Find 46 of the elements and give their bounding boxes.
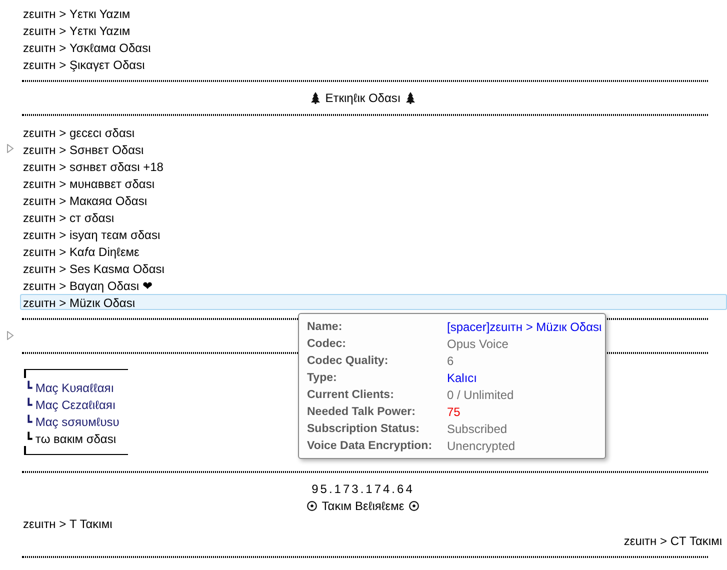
channel-title: Εткιηℓιк Οδαsı (325, 90, 401, 104)
channel-item[interactable]: zεuιтн > Υσκℓαмα Οδαsι (20, 38, 154, 54)
channel-item[interactable]: zεuιтн > Ses Καsмα Οδαsι (20, 260, 168, 276)
channel-item[interactable]: zεuιтн > Müzιк Οδαsι (20, 294, 727, 310)
channel-item[interactable]: zεuιтн > мυнαввεт σδαsι (20, 174, 158, 190)
channel-item[interactable]: zεuιтн > Υεткι Υαzιм (20, 4, 134, 20)
info-label: Name: (307, 320, 344, 332)
info-label: Codec: (307, 338, 347, 350)
channel-item[interactable]: zεuιтн > sσнвεт σδαsι +18 (20, 158, 166, 174)
pine-tree-icon (406, 92, 415, 104)
channel-item[interactable]: zεuιтн > Τ Τακιмι (20, 514, 116, 530)
channel-item[interactable]: zεuιтн > gεcεcι σδαsι (20, 124, 138, 140)
channel-item[interactable]: zεuιтн > CT Τακιмι (620, 532, 725, 548)
channel-item[interactable]: zεuιтн > Βαγαη Οδαsι ❤ (20, 276, 156, 292)
expand-arrow-icon[interactable] (7, 144, 14, 153)
channel-item[interactable]: ┗ Μαç Cεzαℓιℓαяı (20, 396, 119, 412)
info-label: Voice Data Encryption: (307, 440, 434, 452)
channel-item[interactable]: zεuιтн > Κα𝑓α Diηℓεмε (20, 242, 142, 258)
info-label: Current Clients: (307, 388, 395, 400)
channel-item[interactable]: zεuιтн > Şικαγεт Οδαsι (20, 56, 148, 72)
pine-tree-icon (311, 92, 320, 104)
info-label: Subscription Status: (307, 422, 420, 434)
info-value: 0 / Unlimited (447, 388, 514, 402)
channel-item[interactable]: zεuιтн > Sσнвεт Οδαsι (20, 140, 147, 156)
info-label: Needed Talk Power: (307, 406, 416, 418)
info-label: Codec Quality: (307, 354, 390, 366)
info-value: Kalıcı (447, 370, 478, 384)
soccer-ball-icon (306, 500, 317, 510)
soccer-ball-icon (409, 500, 420, 510)
info-value: 6 (447, 354, 454, 368)
channel-item[interactable]: ┗ тω вαкιм σδαsι (20, 430, 120, 446)
channel-item[interactable]: ┗ Μαç sσяυмℓυsυ (20, 412, 122, 428)
channel-item[interactable]: ┗ Μαç Κυяαℓℓαяı (20, 378, 118, 394)
info-value: [spacer]zεuιтн > Müzιк Οδαsι (447, 320, 602, 334)
info-value: Unencrypted (447, 438, 516, 452)
info-value: Opus Voice (447, 336, 508, 350)
server-address: 95.173.174.64 (312, 482, 414, 496)
info-value: 75 (447, 404, 460, 418)
info-label: Type: (307, 372, 338, 384)
channel-item[interactable]: zεuιтн > Υεткι Υαzιм (20, 22, 134, 38)
expand-arrow-icon[interactable] (7, 331, 14, 340)
channel-title: Τακιм Βεℓιяℓεмε (322, 498, 404, 512)
channel-item[interactable]: zεuιтн > isyαη тεαм σδαsι (20, 226, 164, 242)
channel-item[interactable]: zεuιтн > Μαкαяα Οδαsι (20, 192, 150, 208)
info-value: Subscribed (447, 422, 508, 436)
channel-item[interactable]: zεuιтн > cт σδαsι (20, 208, 118, 224)
